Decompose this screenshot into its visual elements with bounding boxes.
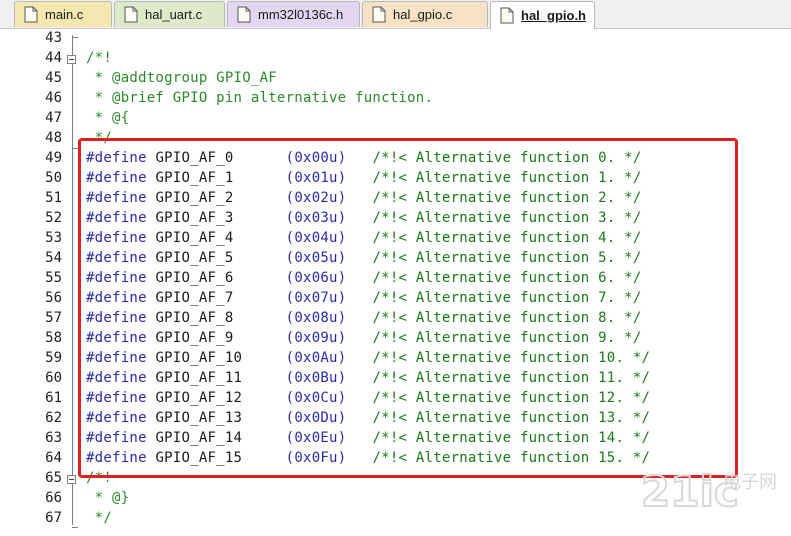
tab-main-c[interactable]: main.c: [14, 1, 112, 27]
line-number: 62: [45, 410, 62, 426]
line-number: 44: [45, 50, 62, 66]
line-number: 60: [45, 370, 62, 386]
h-file-icon: [500, 7, 514, 24]
line-number: 51: [45, 190, 62, 206]
h-file-icon: [237, 6, 251, 23]
line-number: 53: [45, 230, 62, 246]
comment-line: * @brief GPIO pin alternative function.: [86, 90, 434, 106]
line-number: 45: [45, 70, 62, 86]
tab-label: mm32l0136c.h: [258, 7, 344, 22]
line-number: 43: [45, 30, 62, 46]
line-number: 47: [45, 110, 62, 126]
tab-hal_gpio-c[interactable]: hal_gpio.c: [362, 1, 488, 27]
tab-label: hal_gpio.c: [393, 7, 453, 22]
tab-mm32l0136c-h[interactable]: mm32l0136c.h: [227, 1, 360, 27]
c-file-icon: [372, 6, 386, 23]
fold-line: [72, 65, 73, 495]
line-number: 65: [45, 470, 62, 486]
line-number: 58: [45, 330, 62, 346]
comment-line: * @}: [86, 490, 130, 506]
line-number: 54: [45, 250, 62, 266]
line-number: 61: [45, 390, 62, 406]
fold-line: [72, 485, 73, 525]
fold-end-tick: [72, 37, 78, 38]
line-number: 46: [45, 90, 62, 106]
tab-label: hal_gpio.h: [521, 8, 586, 23]
c-file-icon: [124, 6, 138, 23]
line-number: 50: [45, 170, 62, 186]
fold-end-tick: [72, 527, 78, 528]
comment-line: * @{: [86, 110, 130, 126]
line-number: 57: [45, 310, 62, 326]
line-number: 56: [45, 290, 62, 306]
tab-hal_uart-c[interactable]: hal_uart.c: [114, 1, 225, 27]
line-number: 48: [45, 130, 62, 146]
line-number: 52: [45, 210, 62, 226]
line-number: 67: [45, 510, 62, 526]
tab-bar: main.c hal_uart.c mm32l0136c.h hal_gpio.c ha…: [0, 0, 791, 29]
line-number: 66: [45, 490, 62, 506]
tab-hal_gpio-h[interactable]: hal_gpio.h: [490, 1, 595, 29]
line-number: 64: [45, 450, 62, 466]
highlight-box: [78, 138, 738, 478]
fold-toggle-icon[interactable]: [67, 475, 76, 484]
line-number: 59: [45, 350, 62, 366]
line-number: 49: [45, 150, 62, 166]
watermark-logo: 21ic 电子网: [640, 462, 781, 522]
comment-line: */: [86, 510, 113, 526]
c-file-icon: [24, 6, 38, 23]
fold-toggle-icon[interactable]: [67, 55, 76, 64]
code-editor[interactable]: 43 44 45 46 47 48 49 50 51 52 53 54 55 56 57 58 59 60 61 62…: [0, 29, 791, 536]
comment-line: /*!: [86, 50, 113, 66]
line-number-gutter: 43 44 45 46 47 48 49 50 51 52 53 54 55 56 57 58 59 60 61 62…: [0, 29, 62, 536]
line-number: 63: [45, 430, 62, 446]
comment-line: * @addtogroup GPIO_AF: [86, 70, 277, 86]
line-number: 55: [45, 270, 62, 286]
tab-label: hal_uart.c: [145, 7, 203, 22]
svg-text:电子网: 电子网: [723, 472, 777, 493]
tab-label: main.c: [45, 7, 84, 22]
